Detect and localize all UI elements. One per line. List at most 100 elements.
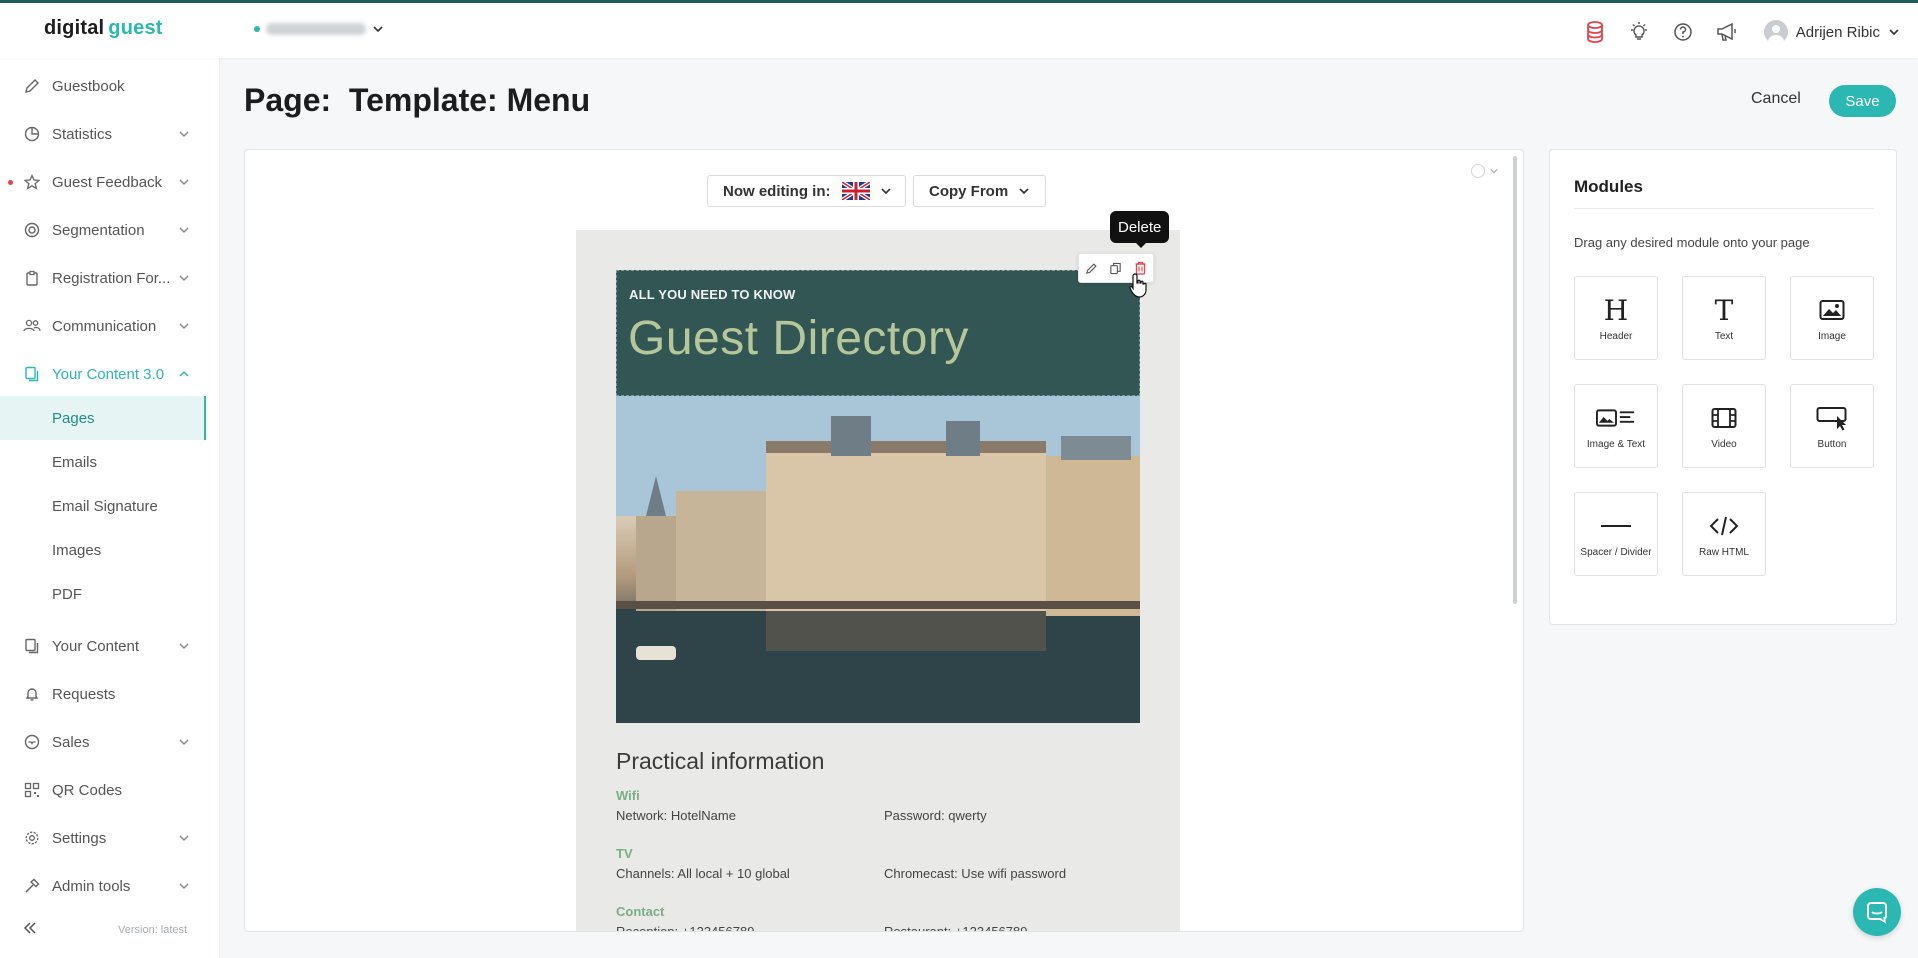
sidebar-item-guestbook[interactable]: Guestbook (0, 66, 220, 106)
hammer-icon (23, 877, 41, 895)
module-label: Text (1714, 331, 1734, 342)
logo[interactable]: digital guest (44, 17, 163, 40)
sidebar-item-admin-tools[interactable]: Admin tools (0, 866, 220, 906)
sidebar-item-label: Admin tools (52, 877, 131, 895)
sidebar-item-label: Communication (52, 317, 157, 335)
copy-icon (23, 637, 41, 655)
header-title: Guest Directory (628, 312, 969, 365)
module-raw-html[interactable]: Raw HTML (1682, 492, 1766, 576)
now-editing-label: Now editing in: (723, 182, 831, 200)
modules-title: Modules (1574, 177, 1643, 196)
module-image-text[interactable]: Image & Text (1574, 384, 1658, 468)
help-icon[interactable] (1668, 17, 1698, 47)
module-button[interactable]: Button (1790, 384, 1874, 468)
qr-icon (23, 781, 41, 799)
sidebar-item-label: Settings (52, 829, 107, 847)
bell-icon (23, 685, 41, 703)
logo-text-guest: guest (108, 17, 163, 39)
chat-launcher-button[interactable] (1853, 888, 1901, 936)
module-label: Image (1818, 331, 1846, 342)
sidebar-subitem-label: Emails (52, 453, 98, 471)
duplicate-icon[interactable] (1107, 259, 1125, 277)
uk-flag-icon (842, 182, 871, 200)
sidebar-item-label: Your Content 3.0 (52, 365, 165, 383)
version-label: Version: latest (118, 924, 188, 936)
edit-icon[interactable] (1082, 259, 1100, 277)
button-icon (1812, 403, 1852, 433)
database-icon[interactable] (1580, 17, 1610, 47)
divider (1574, 208, 1874, 209)
collapse-sidebar-icon[interactable] (22, 920, 38, 936)
sidebar-subitem-pages[interactable]: Pages (0, 396, 206, 440)
sidebar-subitem-pdf[interactable]: PDF (0, 572, 206, 616)
image-icon (1812, 295, 1852, 325)
sidebar-item-your-content[interactable]: Your Content (0, 626, 220, 666)
sidebar-item-segmentation[interactable]: Segmentation (0, 210, 220, 250)
modules-description: Drag any desired module onto your page (1574, 235, 1810, 250)
gear-icon (23, 829, 41, 847)
users-icon (23, 317, 41, 335)
hotel-image[interactable] (616, 396, 1140, 723)
practical-info-title: Practical information (616, 748, 825, 774)
wifi-heading: Wifi (616, 788, 640, 803)
copy-from-label: Copy From (929, 182, 1009, 200)
sidebar-item-label: QR Codes (52, 781, 123, 799)
sidebar-item-requests[interactable]: Requests (0, 674, 220, 714)
module-image[interactable]: Image (1790, 276, 1874, 360)
save-button[interactable]: Save (1829, 85, 1896, 117)
sidebar-item-communication[interactable]: Communication (0, 306, 220, 346)
chevron-down-icon (179, 643, 189, 649)
sidebar-item-your-content-3[interactable]: Your Content 3.0 (0, 354, 220, 394)
chevron-down-icon (1889, 29, 1899, 36)
sidebar-item-qr-codes[interactable]: QR Codes (0, 770, 220, 810)
language-dropdown[interactable]: Now editing in: (707, 175, 906, 207)
chevron-down-icon (179, 739, 189, 745)
tv-heading: TV (616, 846, 633, 861)
sidebar-subitem-label: Pages (52, 409, 95, 427)
divider-icon (1596, 511, 1636, 541)
user-menu[interactable]: Adrijen Ribic (1763, 20, 1900, 44)
sidebar-subitem-emails[interactable]: Emails (0, 440, 206, 484)
lightbulb-icon[interactable] (1624, 17, 1654, 47)
inbox-icon (23, 733, 41, 751)
module-label: Spacer / Divider (1580, 547, 1652, 558)
sidebar-item-guest-feedback[interactable]: Guest Feedback (0, 162, 220, 202)
page-editor: Now editing in: Copy From ALL YOU NEED T… (244, 149, 1524, 932)
sidebar-item-label: Statistics (52, 125, 113, 143)
chevron-up-icon (179, 371, 189, 377)
sidebar-item-sales[interactable]: Sales (0, 722, 220, 762)
module-header[interactable]: H Header (1574, 276, 1658, 360)
module-text[interactable]: T Text (1682, 276, 1766, 360)
tenant-switcher[interactable] (254, 23, 384, 35)
pen-icon (23, 77, 41, 95)
user-name: Adrijen Ribic (1795, 23, 1880, 41)
copy-from-dropdown[interactable]: Copy From (913, 175, 1046, 207)
sidebar-subitem-label: Email Signature (52, 497, 158, 515)
megaphone-icon[interactable] (1712, 17, 1742, 47)
pie-chart-icon (23, 125, 41, 143)
chevron-down-icon (1019, 188, 1029, 195)
sidebar-item-label: Sales (52, 733, 90, 751)
sidebar-item-statistics[interactable]: Statistics (0, 114, 220, 154)
module-spacer-divider[interactable]: Spacer / Divider (1574, 492, 1658, 576)
sidebar-subitem-email-signature[interactable]: Email Signature (0, 484, 206, 528)
header-block[interactable]: ALL YOU NEED TO KNOW Guest Directory (616, 270, 1140, 396)
editor-toggle[interactable] (1471, 164, 1499, 178)
chevron-down-icon (1490, 168, 1498, 174)
video-icon (1704, 403, 1744, 433)
module-label: Image & Text (1586, 439, 1646, 450)
star-icon (23, 173, 41, 191)
editor-scrollbar[interactable] (1513, 156, 1517, 604)
sidebar-item-registration-forms[interactable]: Registration For... (0, 258, 220, 298)
image-text-icon (1596, 403, 1636, 433)
sidebar: Guestbook Statistics Guest Feedback Segm… (0, 58, 220, 958)
cancel-button[interactable]: Cancel (1751, 90, 1801, 108)
module-video[interactable]: Video (1682, 384, 1766, 468)
sidebar-item-settings[interactable]: Settings (0, 818, 220, 858)
module-label: Header (1599, 331, 1633, 342)
chevron-down-icon (179, 835, 189, 841)
sidebar-subitem-images[interactable]: Images (0, 528, 206, 572)
hand-cursor-icon (1129, 273, 1147, 298)
delete-tooltip: Delete (1110, 211, 1170, 248)
copy-icon (23, 365, 41, 383)
